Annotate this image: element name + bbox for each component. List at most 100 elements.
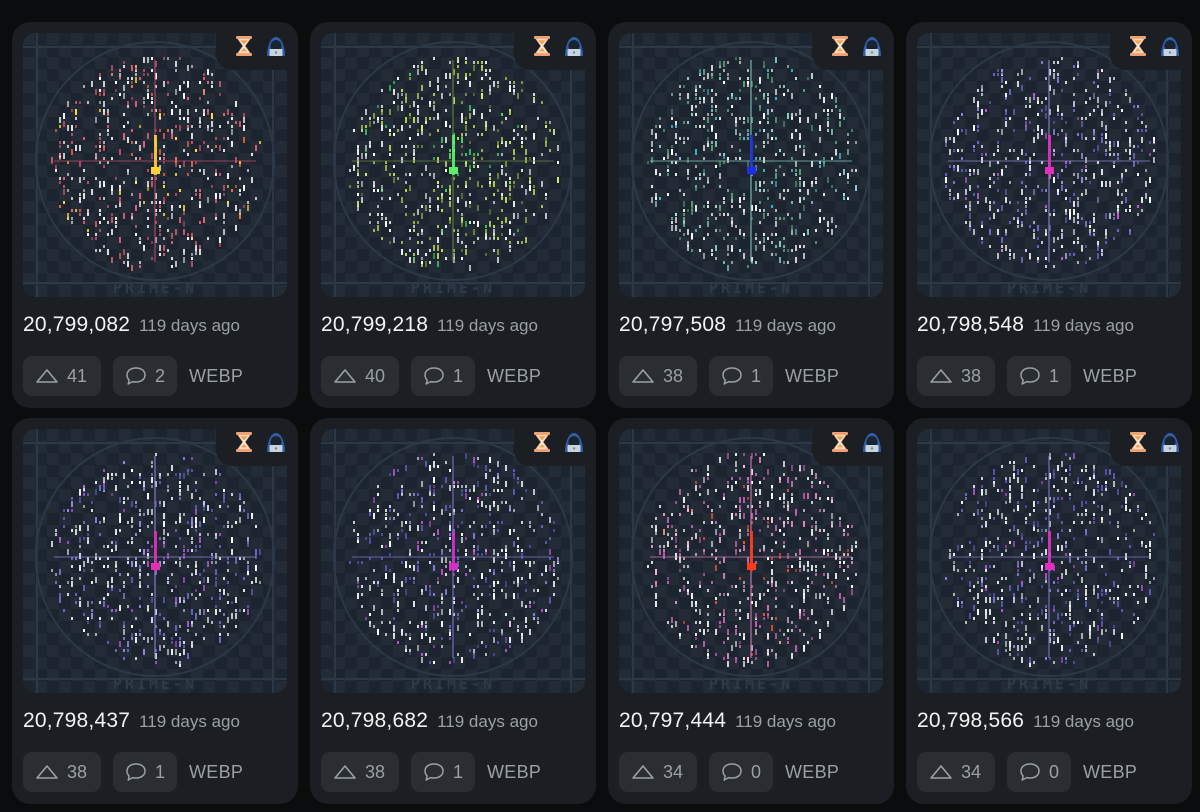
inscription-card[interactable]: PRIME-N 20,799,082 119 days ago 41 2 WEB… bbox=[12, 22, 298, 408]
triangle-up-icon bbox=[36, 765, 58, 779]
watermark-text: PRIME-N bbox=[1007, 675, 1091, 693]
upvote-button[interactable]: 38 bbox=[619, 356, 697, 396]
inscription-thumbnail[interactable]: PRIME-N bbox=[23, 429, 287, 693]
inscription-thumbnail[interactable]: PRIME-N bbox=[619, 429, 883, 693]
inscription-number[interactable]: 20,798,566 bbox=[917, 709, 1024, 733]
triangle-up-icon bbox=[36, 369, 58, 383]
upvote-button[interactable]: 40 bbox=[321, 356, 399, 396]
inscription-number[interactable]: 20,797,444 bbox=[619, 709, 726, 733]
inscription-number[interactable]: 20,799,082 bbox=[23, 313, 130, 337]
hacker-avatar-icon bbox=[267, 37, 285, 56]
upvote-count: 38 bbox=[663, 365, 684, 386]
upvote-count: 34 bbox=[961, 761, 982, 782]
comments-button[interactable]: 0 bbox=[1007, 752, 1072, 792]
triangle-up-icon bbox=[632, 765, 654, 779]
card-info: 20,798,682 119 days ago bbox=[321, 709, 538, 733]
upvote-button[interactable]: 34 bbox=[619, 752, 697, 792]
inscription-thumbnail[interactable]: PRIME-N bbox=[917, 33, 1181, 297]
generative-artwork: PRIME-N bbox=[23, 33, 287, 297]
comment-count: 1 bbox=[155, 761, 166, 782]
hourglass-icon bbox=[832, 36, 848, 56]
card-badges bbox=[812, 22, 894, 70]
content-format: WEBP bbox=[487, 365, 542, 386]
card-badges bbox=[216, 22, 298, 70]
comment-count: 1 bbox=[453, 365, 464, 386]
inscription-number[interactable]: 20,798,682 bbox=[321, 709, 428, 733]
inscription-age: 119 days ago bbox=[735, 316, 836, 335]
hourglass-icon bbox=[236, 36, 252, 56]
generative-artwork: PRIME-N bbox=[917, 429, 1181, 693]
inscription-number[interactable]: 20,799,218 bbox=[321, 313, 428, 337]
card-badges bbox=[812, 418, 894, 466]
comments-button[interactable]: 1 bbox=[411, 752, 476, 792]
hacker-avatar-icon bbox=[267, 433, 285, 452]
upvote-button[interactable]: 41 bbox=[23, 356, 101, 396]
inscription-card[interactable]: PRIME-N 20,797,444 119 days ago 34 0 WEB… bbox=[608, 418, 894, 804]
card-actions: 41 2 WEBP bbox=[23, 356, 243, 396]
comments-button[interactable]: 1 bbox=[113, 752, 178, 792]
upvote-button[interactable]: 38 bbox=[321, 752, 399, 792]
triangle-up-icon bbox=[930, 369, 952, 383]
inscription-card[interactable]: PRIME-N 20,798,566 119 days ago 34 0 WEB… bbox=[906, 418, 1192, 804]
triangle-up-icon bbox=[334, 765, 356, 779]
comment-bubble-icon bbox=[722, 367, 742, 385]
inscription-thumbnail[interactable]: PRIME-N bbox=[619, 33, 883, 297]
content-format: WEBP bbox=[1083, 365, 1138, 386]
inscription-age: 119 days ago bbox=[139, 712, 240, 731]
comment-count: 1 bbox=[453, 761, 464, 782]
card-actions: 40 1 WEBP bbox=[321, 356, 541, 396]
card-info: 20,798,548 119 days ago bbox=[917, 313, 1134, 337]
card-info: 20,798,437 119 days ago bbox=[23, 709, 240, 733]
inscription-card[interactable]: PRIME-N 20,799,218 119 days ago 40 1 WEB… bbox=[310, 22, 596, 408]
inscription-grid: PRIME-N 20,799,082 119 days ago 41 2 WEB… bbox=[12, 22, 1192, 804]
card-badges bbox=[514, 22, 596, 70]
comments-button[interactable]: 1 bbox=[1007, 356, 1072, 396]
inscription-number[interactable]: 20,797,508 bbox=[619, 313, 726, 337]
inscription-thumbnail[interactable]: PRIME-N bbox=[23, 33, 287, 297]
hacker-avatar-icon bbox=[1161, 433, 1179, 452]
inscription-card[interactable]: PRIME-N 20,798,548 119 days ago 38 1 WEB… bbox=[906, 22, 1192, 408]
hacker-avatar-icon bbox=[1161, 37, 1179, 56]
card-actions: 34 0 WEBP bbox=[619, 752, 839, 792]
inscription-age: 119 days ago bbox=[1033, 712, 1134, 731]
card-actions: 38 1 WEBP bbox=[321, 752, 541, 792]
watermark-text: PRIME-N bbox=[709, 675, 793, 693]
upvote-button[interactable]: 34 bbox=[917, 752, 995, 792]
card-actions: 38 1 WEBP bbox=[917, 356, 1137, 396]
comment-count: 0 bbox=[751, 761, 762, 782]
watermark-text: PRIME-N bbox=[1007, 279, 1091, 297]
upvote-count: 38 bbox=[961, 365, 982, 386]
content-format: WEBP bbox=[189, 761, 244, 782]
inscription-card[interactable]: PRIME-N 20,798,437 119 days ago 38 1 WEB… bbox=[12, 418, 298, 804]
content-format: WEBP bbox=[487, 761, 542, 782]
comments-button[interactable]: 0 bbox=[709, 752, 774, 792]
comments-button[interactable]: 1 bbox=[709, 356, 774, 396]
comment-count: 1 bbox=[1049, 365, 1060, 386]
inscription-card[interactable]: PRIME-N 20,797,508 119 days ago 38 1 WEB… bbox=[608, 22, 894, 408]
generative-artwork: PRIME-N bbox=[619, 33, 883, 297]
comment-bubble-icon bbox=[1020, 763, 1040, 781]
inscription-age: 119 days ago bbox=[735, 712, 836, 731]
comments-button[interactable]: 1 bbox=[411, 356, 476, 396]
inscription-thumbnail[interactable]: PRIME-N bbox=[917, 429, 1181, 693]
inscription-age: 119 days ago bbox=[139, 316, 240, 335]
inscription-card[interactable]: PRIME-N 20,798,682 119 days ago 38 1 WEB… bbox=[310, 418, 596, 804]
comment-count: 0 bbox=[1049, 761, 1060, 782]
inscription-number[interactable]: 20,798,437 bbox=[23, 709, 130, 733]
hourglass-icon bbox=[1130, 36, 1146, 56]
inscription-thumbnail[interactable]: PRIME-N bbox=[321, 33, 585, 297]
comments-button[interactable]: 2 bbox=[113, 356, 178, 396]
card-badges bbox=[514, 418, 596, 466]
inscription-thumbnail[interactable]: PRIME-N bbox=[321, 429, 585, 693]
generative-artwork: PRIME-N bbox=[619, 429, 883, 693]
inscription-age: 119 days ago bbox=[1033, 316, 1134, 335]
comment-count: 1 bbox=[751, 365, 762, 386]
upvote-count: 38 bbox=[365, 761, 386, 782]
comment-bubble-icon bbox=[126, 367, 146, 385]
upvote-button[interactable]: 38 bbox=[23, 752, 101, 792]
triangle-up-icon bbox=[930, 765, 952, 779]
upvote-button[interactable]: 38 bbox=[917, 356, 995, 396]
inscription-number[interactable]: 20,798,548 bbox=[917, 313, 1024, 337]
watermark-text: PRIME-N bbox=[411, 279, 495, 297]
card-badges bbox=[216, 418, 298, 466]
